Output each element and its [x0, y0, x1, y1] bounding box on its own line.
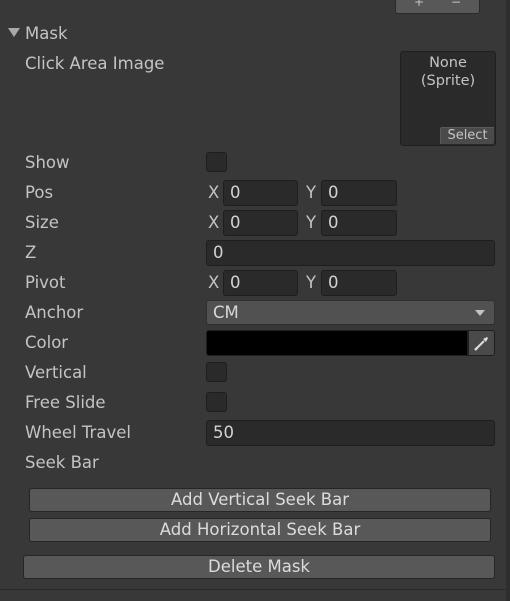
add-horizontal-seek-bar-button[interactable]: Add Horizontal Seek Bar [29, 518, 491, 542]
wheel-travel-input[interactable]: 50 [206, 420, 495, 446]
click-area-image-label: Click Area Image [25, 54, 165, 73]
pivot-x-axis-label[interactable]: X [208, 270, 219, 295]
size-y-axis-label[interactable]: Y [306, 210, 316, 235]
pos-x-axis-label[interactable]: X [208, 180, 219, 205]
chevron-down-icon [475, 310, 485, 316]
sprite-field[interactable]: None (Sprite) Select [400, 51, 496, 146]
select-button[interactable]: Select [440, 127, 494, 144]
add-vertical-seek-bar-button[interactable]: Add Vertical Seek Bar [29, 488, 491, 512]
delete-mask-button[interactable]: Delete Mask [23, 555, 495, 579]
foldout-arrow-icon[interactable] [8, 28, 20, 37]
pivot-label: Pivot [25, 273, 66, 292]
eyedropper-icon [474, 337, 488, 351]
plus-icon[interactable]: + [414, 0, 424, 8]
show-checkbox[interactable] [206, 152, 227, 172]
z-label: Z [25, 243, 37, 262]
size-x-axis-label[interactable]: X [208, 210, 219, 235]
scrollbar-track[interactable] [506, 0, 510, 601]
anchor-dropdown[interactable]: CM [206, 300, 495, 325]
pos-label: Pos [25, 183, 54, 202]
size-y-input[interactable]: 0 [321, 210, 397, 236]
anchor-value: CM [213, 303, 239, 322]
bottom-divider [0, 589, 510, 590]
free-slide-label: Free Slide [25, 393, 106, 412]
section-title[interactable]: Mask [25, 24, 68, 44]
pivot-y-input[interactable]: 0 [321, 270, 397, 296]
color-label: Color [25, 333, 69, 352]
eyedropper-button[interactable] [468, 330, 495, 356]
show-label: Show [25, 153, 70, 172]
vertical-label: Vertical [25, 363, 87, 382]
size-x-input[interactable]: 0 [223, 210, 298, 236]
minus-icon[interactable]: − [451, 0, 461, 8]
pivot-x-input[interactable]: 0 [223, 270, 298, 296]
pos-x-input[interactable]: 0 [223, 180, 298, 206]
anchor-label: Anchor [25, 303, 84, 322]
add-remove-button[interactable]: + − [395, 0, 480, 14]
pos-y-input[interactable]: 0 [321, 180, 397, 206]
free-slide-checkbox[interactable] [206, 392, 227, 412]
size-label: Size [25, 213, 59, 232]
vertical-checkbox[interactable] [206, 362, 227, 382]
pos-y-axis-label[interactable]: Y [306, 180, 316, 205]
pivot-y-axis-label[interactable]: Y [306, 270, 316, 295]
color-swatch[interactable] [206, 330, 468, 356]
sprite-value: None (Sprite) [420, 55, 476, 89]
seek-bar-label: Seek Bar [25, 453, 99, 472]
z-input[interactable]: 0 [206, 240, 495, 266]
wheel-travel-label: Wheel Travel [25, 423, 131, 442]
